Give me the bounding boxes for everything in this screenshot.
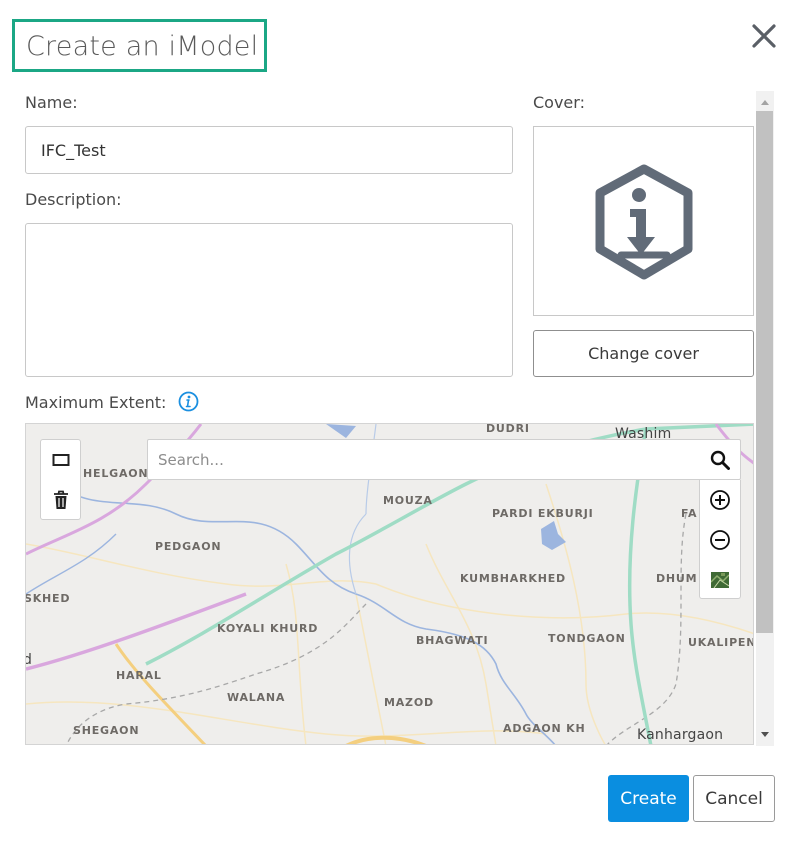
zoom-out-icon[interactable]: [700, 520, 740, 559]
map-place-label: d: [26, 652, 32, 668]
map-place-label: Kanhargaon: [637, 727, 724, 743]
maximum-extent-label: Maximum Extent:: [25, 393, 167, 412]
create-button[interactable]: Create: [608, 775, 689, 822]
map-place-label: PARDI EKBURJI: [492, 507, 594, 520]
info-icon[interactable]: [178, 391, 199, 412]
map-place-label: KUMBHARKHED: [460, 572, 566, 585]
description-label: Description:: [25, 190, 122, 209]
scroll-down-icon[interactable]: [756, 725, 774, 743]
map-search-bar: [147, 439, 741, 480]
map-place-label: UKALIPEN: [688, 636, 754, 649]
extent-map[interactable]: DUDRI Washim HELGAON MOUZA PARDI EKBURJI…: [25, 423, 754, 745]
map-place-label: KOYALI KHURD: [217, 622, 319, 635]
scroll-up-icon[interactable]: [756, 93, 774, 111]
map-place-label: MOUZA: [383, 494, 433, 507]
satellite-layer-icon[interactable]: [700, 560, 740, 599]
map-zoom-toolbar: [699, 480, 741, 599]
imodel-hexagon-info-icon: [595, 164, 693, 280]
map-place-label: FA: [681, 507, 698, 520]
map-place-label: HARAL: [116, 669, 162, 682]
map-place-label: ADGAON KH: [503, 722, 586, 735]
draw-toolbar: [40, 439, 81, 520]
map-place-label: HELGAON: [83, 467, 149, 480]
search-icon[interactable]: [706, 446, 734, 474]
map-place-label: WALANA: [227, 691, 286, 704]
name-label: Name:: [25, 93, 78, 112]
cover-label: Cover:: [533, 93, 585, 112]
name-input[interactable]: [25, 126, 513, 174]
trash-icon[interactable]: [41, 480, 80, 519]
change-cover-button[interactable]: Change cover: [533, 330, 754, 377]
dialog-title: Create an iModel: [26, 31, 259, 62]
map-place-label: DUDRI: [486, 423, 530, 435]
description-input[interactable]: [25, 223, 513, 377]
map-place-label: PEDGAON: [155, 540, 222, 553]
title-highlight: Create an iModel: [12, 19, 267, 72]
map-place-label: SHEGAON: [73, 724, 140, 737]
map-search-input[interactable]: [148, 440, 698, 479]
cover-preview: [533, 126, 754, 316]
close-icon[interactable]: [750, 22, 778, 50]
draw-rectangle-icon[interactable]: [41, 440, 80, 479]
scrollbar-thumb[interactable]: [756, 111, 773, 633]
create-imodel-dialog: Create an iModel Name: Description: Cove…: [0, 0, 797, 846]
cancel-button[interactable]: Cancel: [693, 775, 775, 822]
map-place-label: MAZOD: [384, 696, 434, 709]
map-place-label: TONDGAON: [548, 632, 626, 645]
zoom-in-icon[interactable]: [700, 480, 740, 519]
map-place-label: DHUM: [656, 572, 698, 585]
map-place-label: SKHED: [25, 592, 71, 605]
map-place-label: BHAGWATI: [416, 634, 489, 647]
